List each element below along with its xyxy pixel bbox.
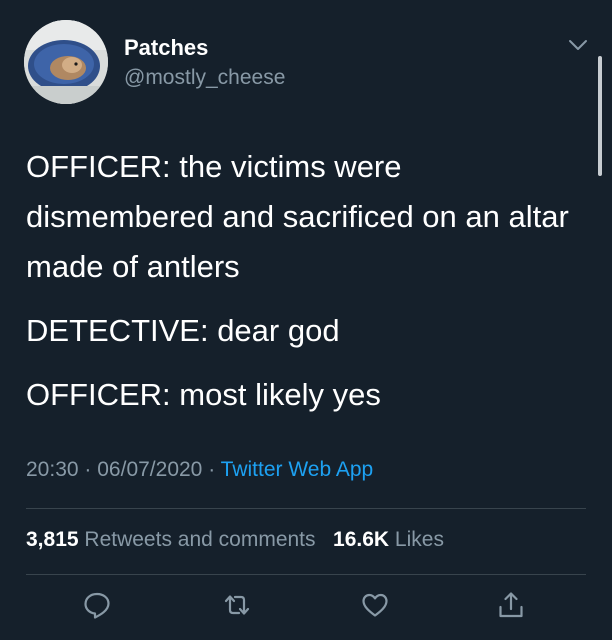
retweet-stat[interactable]: 3,815 Retweets and comments <box>26 528 321 551</box>
like-label: Likes <box>394 528 444 551</box>
divider <box>26 574 586 575</box>
like-stat[interactable]: 16.6K Likes <box>333 528 444 551</box>
share-icon[interactable] <box>496 590 526 620</box>
tweet-line: DETECTIVE: dear god <box>26 313 340 348</box>
retweet-icon[interactable] <box>222 590 252 620</box>
meta-separator: · <box>84 458 92 481</box>
retweet-label: Retweets and comments <box>84 528 316 551</box>
heart-icon[interactable] <box>360 590 390 620</box>
like-count: 16.6K <box>333 528 390 551</box>
tweet-detail: Patches @mostly_cheese OFFICER: the vict… <box>0 0 612 640</box>
tweet-date: 06/07/2020 <box>97 458 203 481</box>
tweet-metadata: 20:30 · 06/07/2020 · Twitter Web App <box>26 458 373 482</box>
divider <box>26 508 586 509</box>
meta-separator: · <box>208 458 216 481</box>
reply-icon[interactable] <box>82 590 112 620</box>
tweet-stats: 3,815 Retweets and comments 16.6K Likes <box>26 528 444 552</box>
retweet-count: 3,815 <box>26 528 79 551</box>
tweet-line: OFFICER: most likely yes <box>26 377 381 412</box>
avatar[interactable] <box>24 20 108 104</box>
user-handle[interactable]: @mostly_cheese <box>124 66 285 90</box>
tweet-source-link[interactable]: Twitter Web App <box>221 458 374 481</box>
tweet-text: OFFICER: the victims were dismembered an… <box>26 142 586 434</box>
tweet-line: OFFICER: the victims were dismembered an… <box>26 149 569 284</box>
scrollbar[interactable] <box>598 56 602 176</box>
chevron-down-icon[interactable] <box>568 38 588 52</box>
tweet-time: 20:30 <box>26 458 79 481</box>
user-name[interactable]: Patches <box>124 35 208 61</box>
